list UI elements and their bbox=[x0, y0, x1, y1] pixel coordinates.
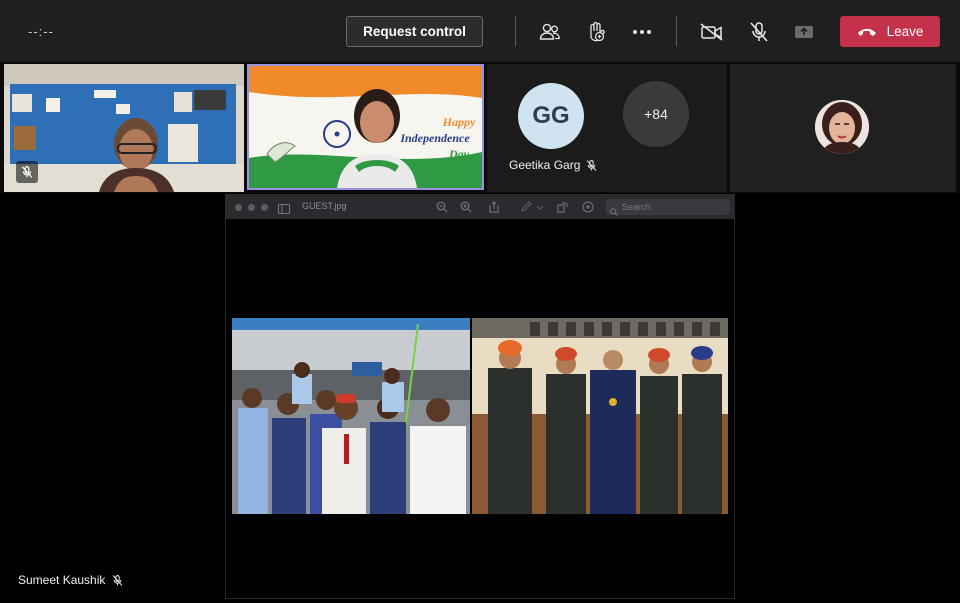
participant-name: Geetika Garg bbox=[509, 158, 597, 172]
active-speaker-name: Sumeet Kaushik bbox=[18, 573, 123, 587]
image-viewer-toolbar: GUEST.jpg Search bbox=[226, 195, 734, 219]
participant-video-student[interactable]: Happy Independence Day bbox=[247, 64, 484, 190]
presenter-video-frame bbox=[4, 64, 244, 192]
zoom-out-icon[interactable] bbox=[436, 200, 450, 214]
more-options-icon[interactable] bbox=[629, 19, 655, 45]
mic-off-icon bbox=[112, 574, 123, 587]
mic-off-icon bbox=[586, 159, 597, 172]
camera-off-icon[interactable] bbox=[699, 19, 725, 45]
window-minimize-dot[interactable] bbox=[248, 203, 255, 211]
overflow-participants-badge[interactable]: +84 bbox=[623, 81, 689, 147]
mic-off-icon[interactable] bbox=[746, 19, 772, 45]
participant-video-presenter[interactable] bbox=[4, 64, 244, 192]
meeting-timer: --:-- bbox=[28, 24, 54, 39]
search-icon bbox=[610, 203, 618, 221]
leave-button[interactable]: Leave bbox=[840, 16, 940, 47]
mic-off-icon bbox=[21, 165, 33, 179]
share-tray-icon[interactable] bbox=[791, 19, 817, 45]
toolbar-divider bbox=[515, 16, 516, 46]
window-zoom-dot[interactable] bbox=[261, 203, 268, 211]
chevron-down-icon[interactable] bbox=[536, 200, 550, 214]
poster-line-1: Happy bbox=[442, 115, 476, 129]
viewer-search-input[interactable]: Search bbox=[606, 199, 730, 215]
meeting-toolbar: --:-- Request control Leave bbox=[0, 0, 960, 62]
participant-tile-self[interactable] bbox=[730, 64, 956, 192]
toolbar-divider bbox=[676, 16, 677, 46]
rotate-icon[interactable] bbox=[556, 200, 570, 214]
speaker-name-label: Sumeet Kaushik bbox=[18, 573, 106, 587]
markup-pen-icon[interactable] bbox=[520, 200, 534, 214]
guest-photo bbox=[232, 318, 728, 514]
avatar: GG bbox=[518, 83, 584, 149]
participant-name-label: Geetika Garg bbox=[509, 158, 581, 172]
share-icon[interactable] bbox=[488, 200, 502, 214]
participant-tile-geetika[interactable]: GG +84 Geetika Garg bbox=[487, 64, 727, 192]
avatar bbox=[815, 100, 869, 154]
leave-label: Leave bbox=[886, 24, 924, 39]
zoom-in-icon[interactable] bbox=[460, 200, 474, 214]
phone-hangup-icon bbox=[857, 27, 877, 37]
raise-hand-icon[interactable] bbox=[583, 19, 609, 45]
poster-line-3: Day bbox=[449, 147, 469, 161]
window-close-dot[interactable] bbox=[235, 203, 242, 211]
window-filename: GUEST.jpg bbox=[302, 201, 347, 211]
participants-icon[interactable] bbox=[537, 19, 563, 45]
annotate-icon[interactable] bbox=[582, 200, 596, 214]
sidebar-toggle-icon[interactable] bbox=[278, 201, 290, 219]
poster-text: Happy Independence Day bbox=[400, 114, 482, 162]
shared-photo-collage bbox=[232, 318, 728, 514]
request-control-button[interactable]: Request control bbox=[346, 16, 483, 47]
muted-badge bbox=[16, 161, 38, 183]
poster-line-2: Independence bbox=[400, 131, 470, 145]
